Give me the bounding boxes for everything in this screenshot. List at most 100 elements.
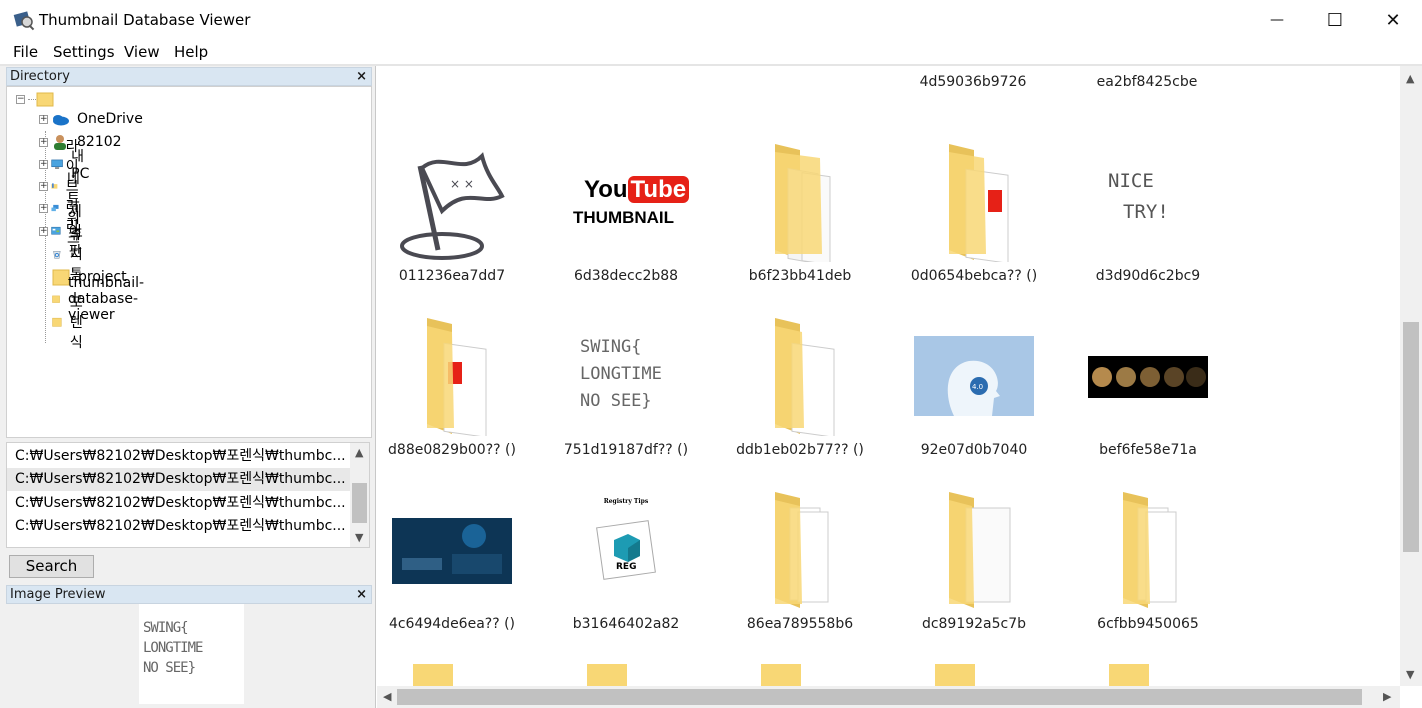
tree-item-onedrive[interactable]: + OneDrive	[39, 108, 143, 130]
menu-settings[interactable]: Settings	[53, 43, 115, 61]
path-item[interactable]: C:₩Users₩82102₩Desktop₩포렌식₩thumbc...	[7, 445, 351, 468]
thumbnail-item[interactable]: 4.0 92e07d0b7040	[899, 316, 1049, 476]
thumbnail-caption: 86ea789558b6	[746, 616, 854, 632]
minimize-button[interactable]: —	[1248, 0, 1306, 40]
expand-icon[interactable]: +	[39, 114, 48, 124]
expand-icon[interactable]: +	[39, 181, 48, 191]
expand-icon[interactable]: +	[39, 226, 48, 236]
thumbnail-caption: 751d19187df?? ()	[563, 442, 689, 458]
scroll-thumb[interactable]	[397, 689, 1362, 705]
horizontal-scrollbar[interactable]: ◀ ▶	[377, 686, 1400, 708]
onedrive-icon	[53, 115, 69, 126]
thumbnail-caption: ea2bf8425cbe	[1096, 74, 1198, 90]
thumbnail-caption: ddb1eb02b77?? ()	[736, 442, 864, 458]
folder-blank-icon	[949, 492, 1011, 608]
thumbnail-item[interactable]: Registry Tips REG b31646402a82	[551, 490, 701, 650]
scroll-up-icon[interactable]: ▲	[1406, 72, 1414, 85]
minimize-icon: —	[1270, 12, 1284, 28]
library-icon	[51, 183, 58, 189]
tree-label: OneDrive	[77, 111, 143, 127]
menu-view[interactable]: View	[124, 43, 160, 61]
swing-line: LONGTIME	[580, 364, 662, 384]
scroll-thumb[interactable]	[1403, 322, 1419, 552]
thumbnail-item[interactable]: 6cfbb9450065	[1073, 490, 1223, 650]
menu-help[interactable]: Help	[174, 43, 208, 61]
title-bar: Thumbnail Database Viewer — ☐ ✕	[0, 0, 1422, 40]
thumbnail-item[interactable]: NICE TRY! d3d90d6c2bc9	[1073, 142, 1223, 302]
thumbnail-caption: 92e07d0b7040	[920, 442, 1028, 458]
dark-slide-image	[392, 518, 512, 584]
tree-item-forensic[interactable]: 포렌식	[52, 295, 91, 351]
path-item[interactable]: C:₩Users₩82102₩Desktop₩포렌식₩thumbc...	[7, 515, 351, 538]
preview-line: LONGTIME	[143, 640, 203, 656]
vertical-scrollbar[interactable]: ▲ ▼	[1400, 66, 1422, 686]
path-list[interactable]: C:₩Users₩82102₩Desktop₩포렌식₩thumbc... C:₩…	[6, 442, 370, 548]
expand-icon[interactable]: +	[39, 203, 48, 213]
thumbnail-item[interactable]: × × 011236ea7dd7	[377, 142, 527, 302]
youtube-tube: Tube	[627, 176, 690, 203]
reg-top-text: Registry Tips	[603, 498, 649, 505]
search-button[interactable]: Search	[9, 555, 94, 578]
reg-image: Registry Tips REG	[566, 494, 686, 614]
expand-icon[interactable]: +	[39, 137, 48, 147]
maximize-button[interactable]: ☐	[1306, 0, 1364, 40]
tree-root[interactable]: −	[16, 88, 62, 110]
thumbnail-item[interactable]: d88e0829b00?? ()	[377, 316, 527, 476]
scroll-left-icon[interactable]: ◀	[383, 690, 391, 703]
thumbnail-caption: d88e0829b00?? ()	[388, 442, 516, 458]
youtube-you: You	[584, 176, 628, 203]
preview-line: SWING{	[143, 620, 189, 636]
path-item[interactable]: C:₩Users₩82102₩Desktop₩포렌식₩thumbc...	[7, 468, 351, 491]
folder-docs-icon	[775, 144, 831, 262]
thumbnail-item[interactable]: bef6fe58e71a	[1073, 316, 1223, 476]
window-title: Thumbnail Database Viewer	[39, 11, 251, 29]
close-button[interactable]: ✕	[1364, 0, 1422, 40]
scroll-down-icon[interactable]: ▼	[355, 531, 363, 544]
thumbnail-caption: d3d90d6c2bc9	[1095, 268, 1201, 284]
folder-icon	[52, 317, 62, 327]
thumbnail-item[interactable]: b6f23bb41deb	[725, 142, 875, 302]
thumbnail-item[interactable]: 4c6494de6ea?? ()	[377, 490, 527, 650]
thumbnail-caption: bef6fe58e71a	[1099, 442, 1197, 458]
thumbnail-item[interactable]: ddb1eb02b77?? ()	[725, 316, 875, 476]
scroll-thumb[interactable]	[352, 483, 367, 523]
tree-item-thumbnail-database-viewer[interactable]: thumbnail-database-viewer	[52, 275, 154, 323]
thumbnail-item[interactable]: 0d0654bebca?? ()	[899, 142, 1049, 302]
youtube-image: You Tube THUMBNAIL	[566, 146, 690, 266]
path-list-scrollbar[interactable]: ▲ ▼	[350, 443, 369, 547]
try-text: TRY!	[1123, 201, 1169, 223]
thumbnail-item[interactable]: You Tube THUMBNAIL 6d38decc2b88	[551, 142, 701, 302]
menu-file[interactable]: File	[13, 43, 38, 61]
thumbnail-caption: 011236ea7dd7	[398, 268, 506, 284]
folder-full-icon	[775, 492, 829, 608]
path-item[interactable]: C:₩Users₩82102₩Desktop₩포렌식₩thumbc...	[7, 492, 351, 515]
scroll-right-icon[interactable]: ▶	[1383, 690, 1391, 703]
thumbnail-item[interactable]: dc89192a5c7b	[899, 490, 1049, 650]
tree-item-recycle-bin[interactable]: 휴지통	[52, 227, 91, 283]
thumbnail-item[interactable]: ea2bf8425cbe	[1072, 66, 1222, 106]
directory-title: Directory	[10, 69, 70, 84]
swing-line: NO SEE}	[580, 391, 652, 411]
collapse-icon[interactable]: −	[16, 94, 25, 104]
flag-image: × ×	[400, 152, 505, 260]
folder-youtube-icon	[427, 318, 487, 436]
thumbnail-item[interactable]: SWING{ LONGTIME NO SEE} 751d19187df?? ()	[551, 316, 701, 476]
image-preview-close-button[interactable]: ×	[356, 586, 367, 603]
thumbnail-item[interactable]: 86ea789558b6	[725, 490, 875, 650]
network-icon	[51, 204, 59, 212]
scroll-up-icon[interactable]: ▲	[355, 446, 363, 459]
thumbnail-item[interactable]: 4d59036b9726	[898, 66, 1048, 106]
youtube-caption: THUMBNAIL	[573, 208, 675, 227]
directory-close-button[interactable]: ×	[356, 68, 367, 85]
recycle-bin-icon	[53, 251, 61, 259]
reg-label: REG	[616, 562, 637, 572]
folder-icon	[36, 92, 54, 107]
expand-icon[interactable]: +	[39, 159, 48, 169]
nice-try-image: NICE TRY!	[1088, 146, 1208, 266]
maximize-icon: ☐	[1326, 9, 1344, 31]
directory-header: Directory ×	[6, 67, 372, 86]
scroll-down-icon[interactable]: ▼	[1406, 668, 1414, 681]
thumbnail-grid[interactable]: 4d59036b9726 ea2bf8425cbe × × 011236ea7d…	[377, 66, 1422, 708]
thumbnail-caption: 6d38decc2b88	[573, 268, 679, 284]
swing-line: SWING{	[580, 337, 642, 357]
